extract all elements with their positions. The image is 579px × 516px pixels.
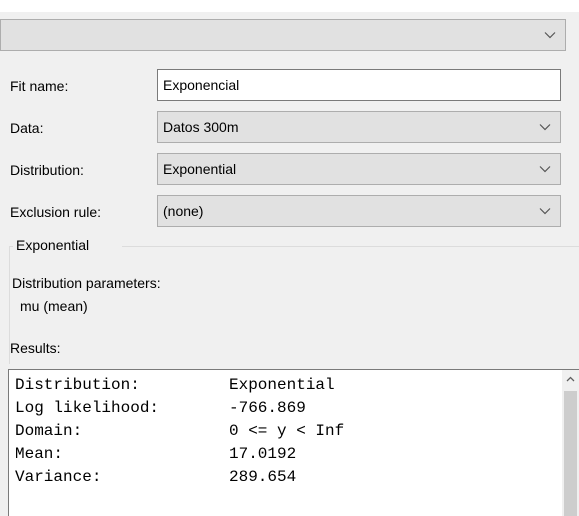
results-label: Results:: [10, 340, 61, 356]
result-value: 289.654: [229, 468, 297, 486]
result-row: Variance: 289.654: [15, 466, 565, 489]
chevron-down-icon: [530, 196, 560, 226]
result-value: -766.869: [229, 399, 306, 417]
result-row: Log likelihood: -766.869: [15, 397, 565, 420]
data-dropdown[interactable]: Datos 300m: [157, 111, 561, 143]
fit-name-input[interactable]: Exponencial: [157, 69, 561, 101]
fit-selector-dropdown[interactable]: [0, 19, 566, 51]
chevron-down-icon: [530, 154, 560, 184]
distribution-value: Exponential: [163, 161, 237, 177]
distribution-dropdown[interactable]: Exponential: [157, 153, 561, 185]
group-border-top-start: [9, 246, 13, 247]
result-key: Mean:: [15, 445, 64, 463]
group-title: Exponential: [16, 237, 90, 253]
results-scrollbar[interactable]: [562, 370, 579, 516]
parameter-item: mu (mean): [20, 298, 88, 314]
result-row: Domain: 0 <= y < Inf: [15, 420, 565, 443]
result-key: Distribution:: [15, 376, 140, 394]
distribution-label: Distribution:: [10, 162, 84, 178]
results-textarea[interactable]: Distribution: Exponential Log likelihood…: [8, 369, 579, 516]
result-key: Domain:: [15, 422, 83, 440]
exclusion-rule-dropdown[interactable]: (none): [157, 195, 561, 227]
fit-name-value: Exponencial: [163, 77, 240, 93]
exclusion-rule-label: Exclusion rule:: [10, 204, 102, 220]
triangle-up-icon[interactable]: [562, 370, 579, 387]
result-value: 0 <= y < Inf: [229, 422, 345, 440]
top-strip: [0, 0, 579, 12]
scroll-thumb[interactable]: [564, 391, 577, 516]
fit-editor-panel: Fit name: Exponencial Data: Datos 300m D…: [0, 0, 579, 516]
result-key: Log likelihood:: [15, 399, 160, 417]
result-value: Exponential: [229, 376, 335, 394]
result-row: Mean: 17.0192: [15, 443, 565, 466]
chevron-down-icon: [535, 20, 565, 50]
fit-name-label: Fit name:: [10, 78, 69, 94]
result-row: Distribution: Exponential: [15, 374, 565, 397]
result-value: 17.0192: [229, 445, 297, 463]
data-label: Data:: [10, 120, 44, 136]
result-key: Variance:: [15, 468, 102, 486]
data-value: Datos 300m: [163, 119, 239, 135]
exclusion-rule-value: (none): [163, 203, 204, 219]
group-border-top-end: [122, 246, 579, 247]
distribution-parameters-label: Distribution parameters:: [12, 275, 161, 291]
chevron-down-icon: [530, 112, 560, 142]
results-content: Distribution: Exponential Log likelihood…: [15, 374, 565, 489]
